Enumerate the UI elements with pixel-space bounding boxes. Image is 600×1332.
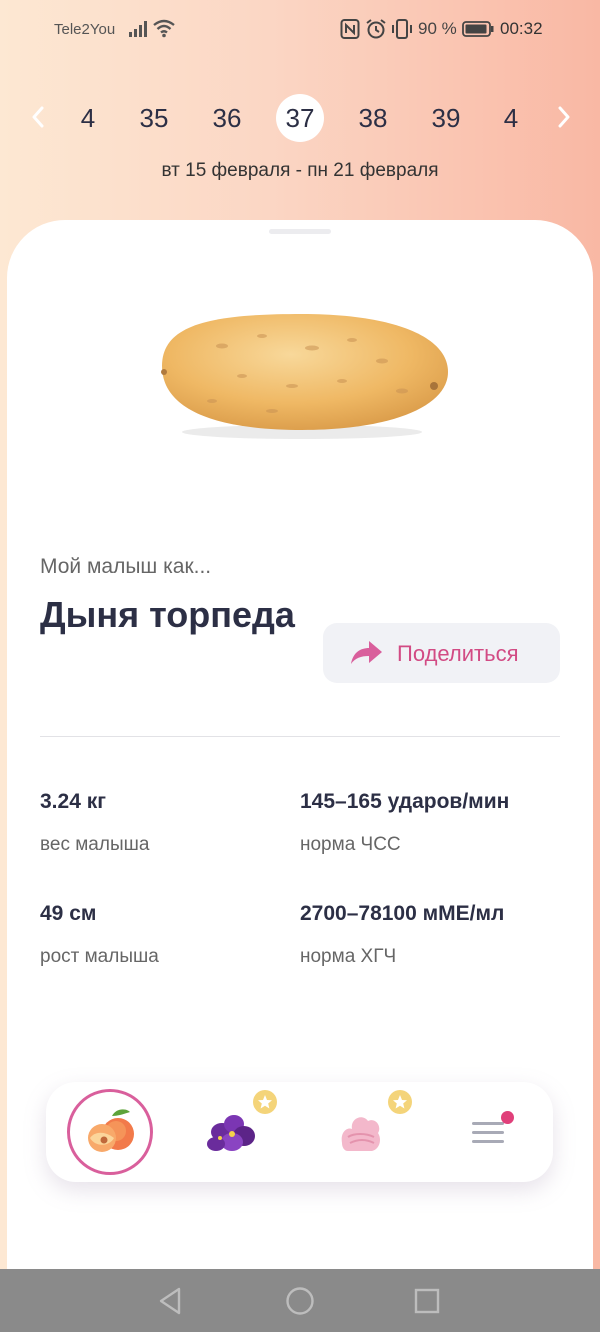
baby-weight-value: 3.24 кг: [40, 790, 106, 813]
chevron-right-icon[interactable]: [552, 102, 576, 132]
week-item[interactable]: 38: [349, 94, 397, 142]
peach-tab[interactable]: [67, 1089, 153, 1175]
system-nav-bar: [0, 1269, 600, 1332]
week-item[interactable]: 36: [203, 94, 251, 142]
peach-icon: [88, 1109, 134, 1152]
week-item[interactable]: 4: [487, 94, 535, 142]
hcg-label: норма ХГЧ: [300, 946, 397, 967]
carrier-name: Tele2You: [54, 21, 116, 38]
hcg-value: 2700–78100 мМЕ/мл: [300, 902, 505, 925]
clock: 00:32: [500, 19, 543, 38]
drag-handle[interactable]: [269, 229, 331, 234]
chevron-left-icon[interactable]: [26, 102, 50, 132]
divider: [40, 736, 560, 737]
battery-icon: [462, 21, 494, 37]
heart-rate-value: 145–165 ударов/мин: [300, 790, 510, 813]
baby-height-value: 49 см: [40, 902, 97, 925]
melon-torpedo-image: [161, 314, 448, 439]
week-item[interactable]: 39: [422, 94, 470, 142]
signal-icon: [129, 21, 147, 37]
week-item[interactable]: 35: [130, 94, 178, 142]
status-bar: Tele2You 90 % 00:32: [0, 0, 600, 60]
baby-info-card: Мой малыш как... Дыня торпеда Поделиться…: [7, 220, 593, 1280]
marshmallow-icon: [341, 1117, 380, 1151]
nfc-icon: [340, 19, 360, 39]
baby-height-label: рост малыша: [40, 946, 159, 967]
recents-icon[interactable]: [411, 1285, 443, 1317]
notification-dot: [501, 1111, 514, 1124]
home-icon[interactable]: [284, 1285, 316, 1317]
week-selector: 4 35 36 37 38 39 4: [0, 90, 600, 146]
violet-flower-icon: [207, 1115, 255, 1151]
premium-star-icon: [388, 1090, 412, 1114]
week-item[interactable]: 4: [64, 94, 112, 142]
share-button[interactable]: Поделиться: [323, 623, 560, 683]
battery-percent: 90 %: [418, 19, 457, 38]
date-range: вт 15 февраля - пн 21 февраля: [161, 160, 439, 181]
premium-star-icon: [253, 1090, 277, 1114]
back-icon[interactable]: [155, 1285, 187, 1317]
share-icon: [351, 641, 382, 664]
marshmallow-tab[interactable]: [336, 1109, 384, 1155]
vibrate-icon: [392, 19, 412, 39]
share-label: Поделиться: [397, 641, 519, 666]
subtitle: Мой малыш как...: [40, 555, 212, 578]
baby-weight-label: вес малыша: [40, 834, 150, 855]
fruit-name: Дыня торпеда: [40, 594, 295, 635]
violet-tab[interactable]: [204, 1110, 262, 1156]
heart-rate-label: норма ЧСС: [300, 834, 401, 855]
wifi-icon: [153, 19, 175, 38]
alarm-icon: [366, 19, 386, 39]
bottom-tab-bar: [46, 1082, 553, 1182]
week-item-active[interactable]: 37: [276, 94, 324, 142]
